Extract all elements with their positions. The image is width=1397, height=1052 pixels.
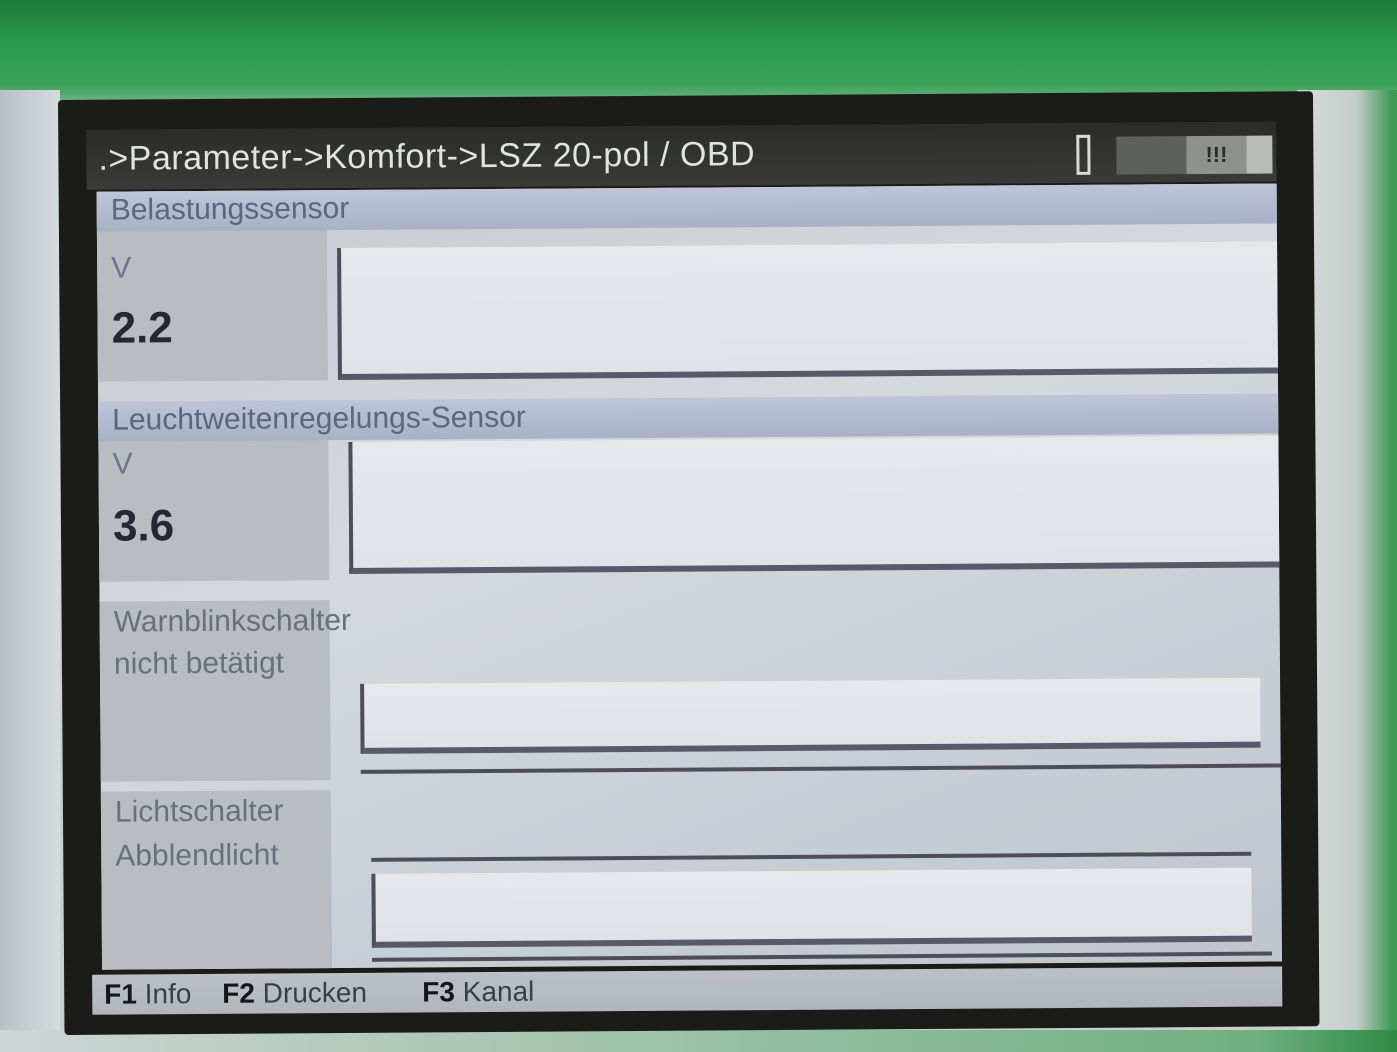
f1-key[interactable]: F1 Info (104, 978, 191, 1011)
parameter-value: 2.2 (111, 303, 173, 353)
parameter-unit: V (111, 251, 132, 285)
f2-key-label: F2 (222, 977, 256, 1009)
device-screen: .>Parameter->Komfort->LSZ 20-pol / OBD !… (58, 91, 1320, 1035)
f1-key-text: Info (144, 978, 192, 1010)
parameter-title: Leuchtweitenregelungs-Sensor (112, 400, 526, 437)
state-bar-rail (371, 851, 1252, 862)
status-box-dark (1116, 136, 1187, 175)
window-title: .>Parameter->Komfort->LSZ 20-pol / OBD (98, 135, 756, 178)
state-bar (360, 677, 1261, 754)
parameter-value: 3.6 (112, 501, 175, 551)
status-box: !!! (1186, 135, 1247, 175)
value-bar (337, 241, 1278, 381)
state-bar (371, 867, 1252, 948)
title-bar: .>Parameter->Komfort->LSZ 20-pol / OBD !… (86, 121, 1277, 190)
parameter-panel-leuchtweitenregelung: Leuchtweitenregelungs-Sensor V 3.6 (98, 393, 1280, 591)
device-bezel-left (0, 90, 60, 1052)
cursor-indicator-icon (1076, 134, 1091, 175)
f3-key-text: Kanal (462, 975, 535, 1008)
f2-key-text: Drucken (262, 976, 368, 1009)
parameter-panel-warnblinkschalter: Warnblinkschalter nicht betätigt (99, 593, 1281, 782)
state-bar-rail (360, 763, 1281, 774)
parameter-content: Belastungssensor V 2.2 Leuchtweitenregel… (96, 183, 1283, 970)
f3-key-label: F3 (422, 976, 456, 1008)
parameter-unit: V (112, 447, 133, 481)
f2-key[interactable]: F2 Drucken (222, 977, 367, 1010)
f3-key[interactable]: F3 Kanal (422, 976, 534, 1009)
parameter-title: Belastungssensor (110, 191, 350, 227)
parameter-panel-lichtschalter: Lichtschalter Abblendlicht (100, 783, 1282, 970)
diagnostic-device: .>Parameter->Komfort->LSZ 20-pol / OBD !… (0, 0, 1397, 1052)
parameter-title: Lichtschalter (114, 794, 284, 829)
parameter-panel-belastungssensor: Belastungssensor V 2.2 (96, 183, 1278, 382)
f1-key-label: F1 (104, 978, 138, 1010)
parameter-state: Abblendlicht (115, 838, 279, 873)
state-bar-rail (371, 951, 1273, 962)
value-bar (348, 435, 1280, 574)
parameter-state: nicht betätigt (113, 646, 285, 681)
function-key-bar: F1 Info F2 Drucken F3 Kanal (92, 966, 1283, 1015)
parameter-title: Warnblinkschalter (113, 603, 352, 639)
status-box-light (1246, 135, 1273, 174)
